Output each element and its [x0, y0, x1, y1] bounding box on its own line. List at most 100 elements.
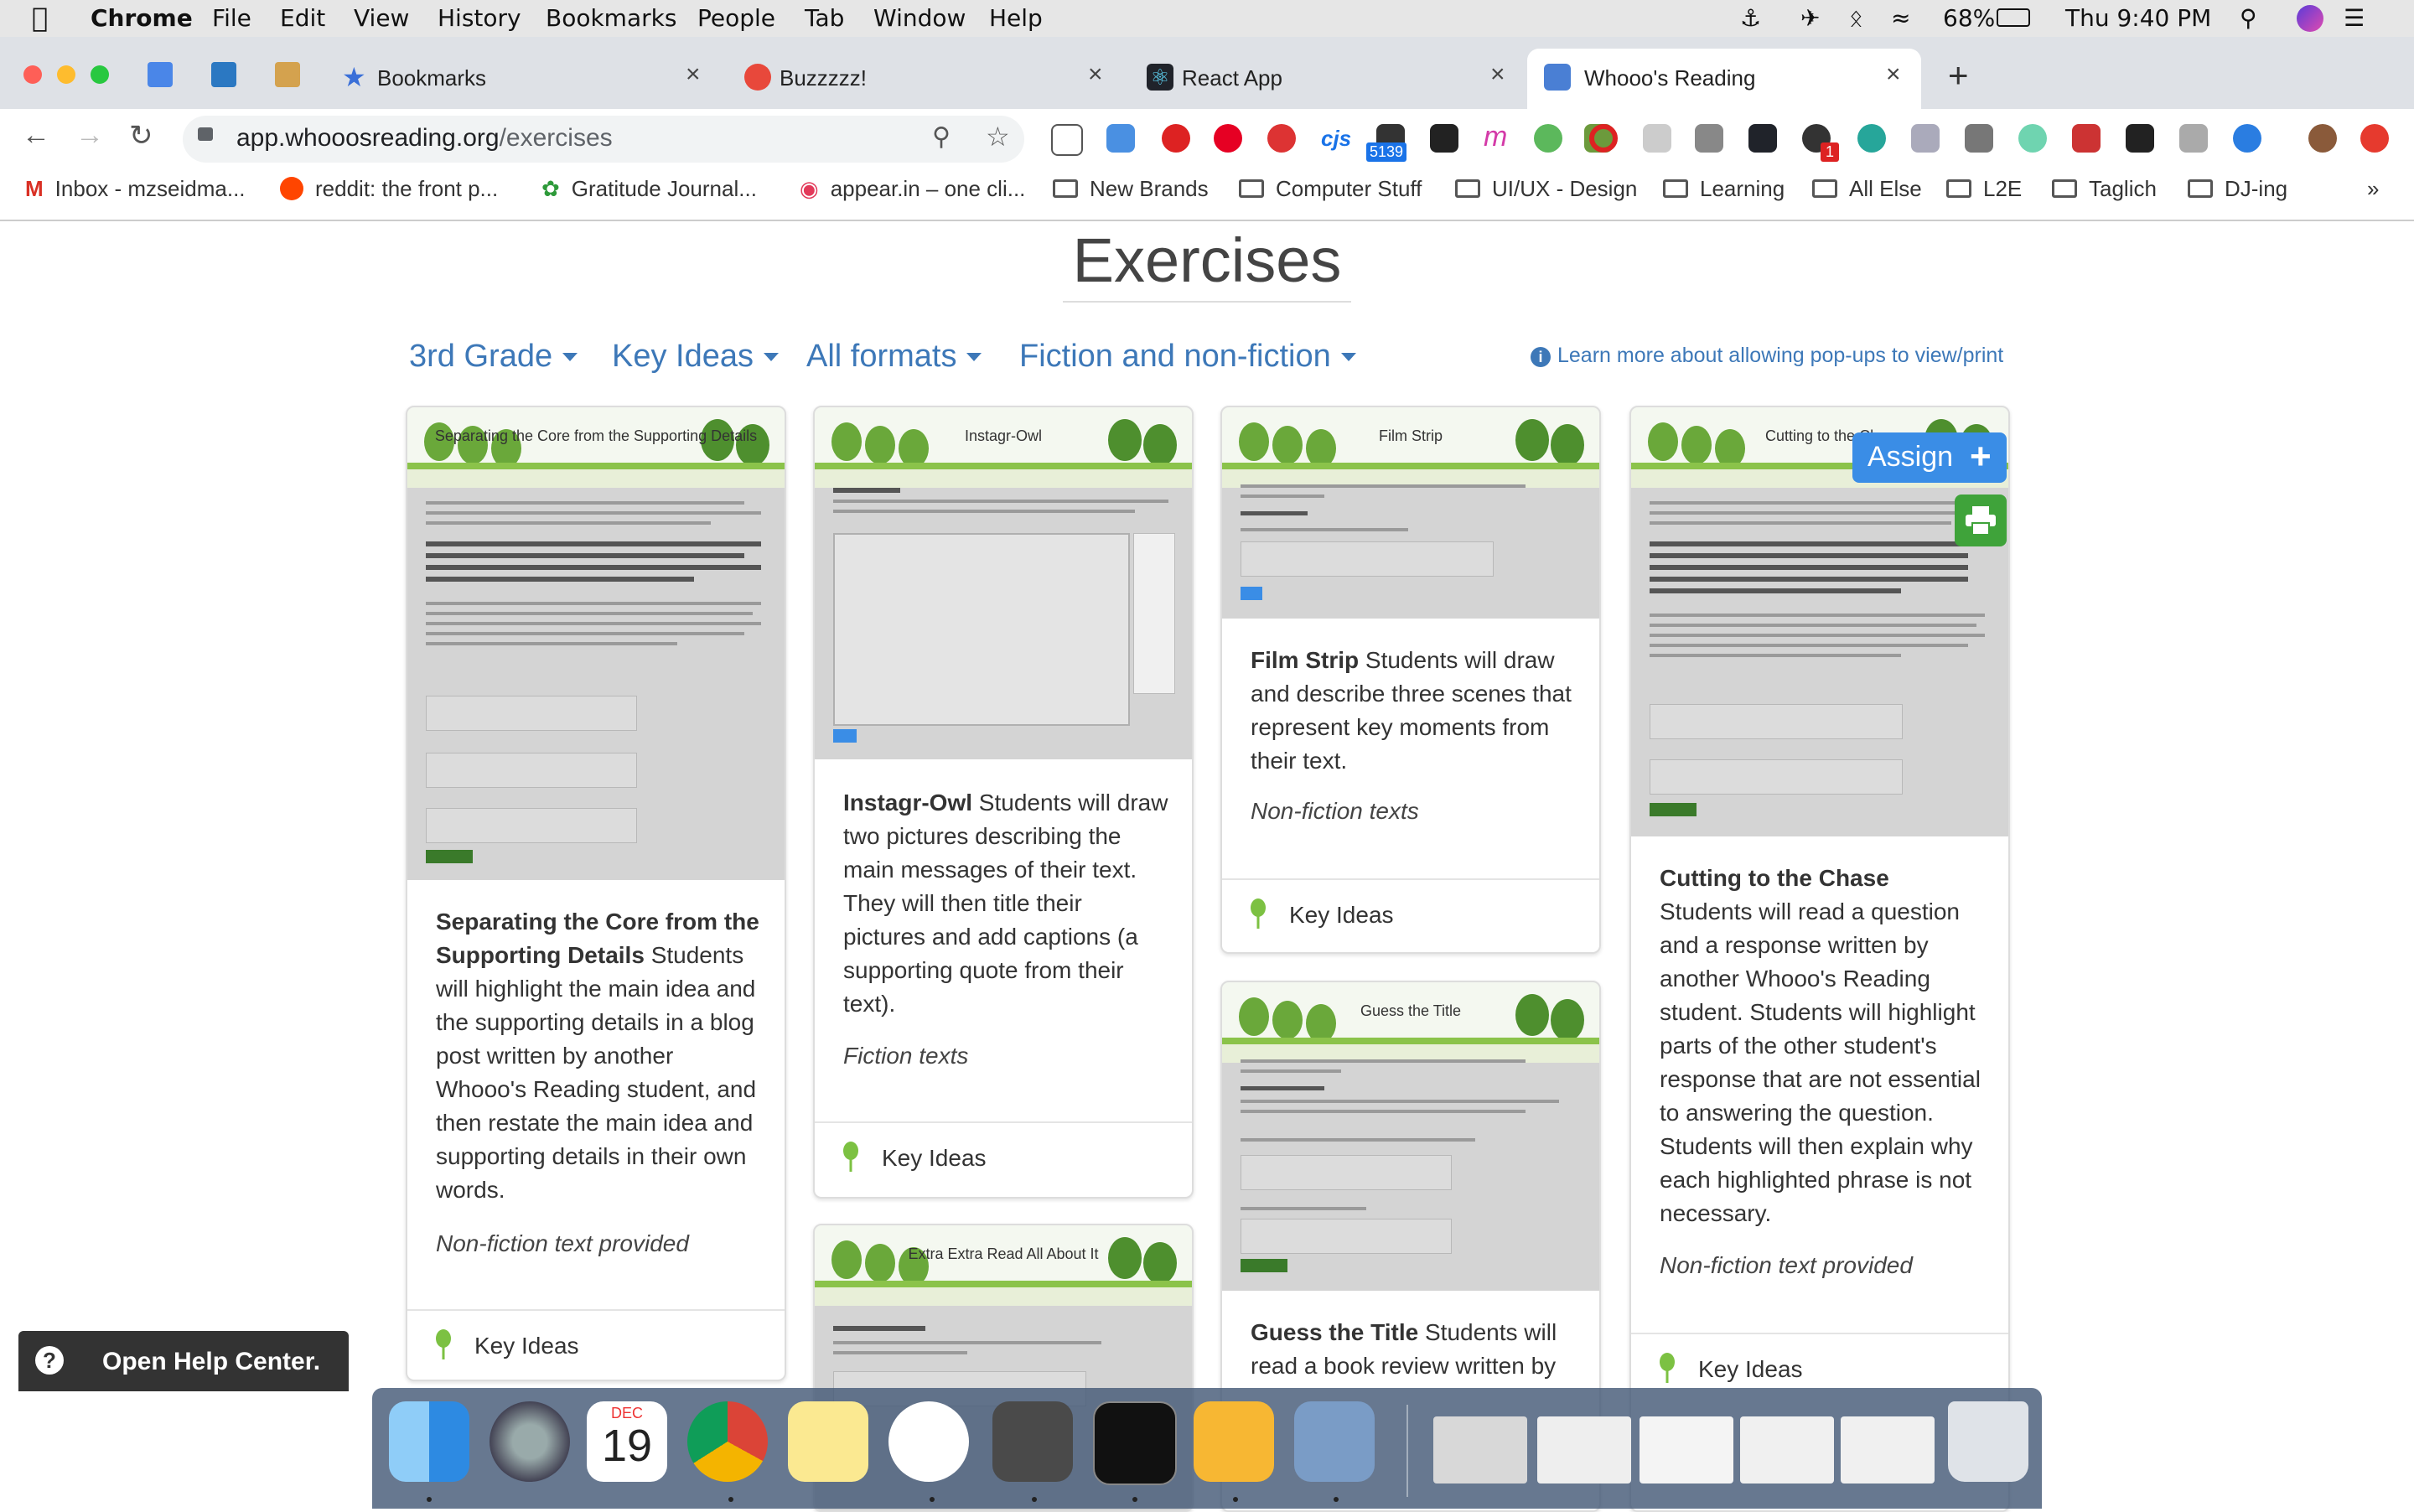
- react-devtools-icon[interactable]: [1748, 124, 1777, 153]
- minimized-window-thumbnail[interactable]: [1537, 1416, 1631, 1484]
- exercise-card-film-strip[interactable]: Film Strip Film Strip Students will draw…: [1220, 406, 1601, 954]
- blocked-icon[interactable]: [2072, 124, 2101, 153]
- bookmarks-overflow-icon[interactable]: »: [2367, 176, 2379, 202]
- download-icon[interactable]: [1911, 124, 1940, 153]
- spotlight-search-icon[interactable]: ⚲: [2240, 4, 2257, 32]
- bookmark-folder-computer-stuff[interactable]: Computer Stuff: [1239, 176, 1422, 202]
- clock[interactable]: Thu 9:40 PM: [2065, 4, 2211, 32]
- exercise-card-instagr-owl[interactable]: Instagr-Owl Instagr-Owl Students will dr…: [813, 406, 1194, 1199]
- skype-icon[interactable]: ✈: [1800, 4, 1820, 32]
- bookmark-gratitude[interactable]: ✿ Gratitude Journal...: [541, 176, 757, 202]
- sublime-text-icon[interactable]: [992, 1401, 1073, 1482]
- exercise-thumbnail[interactable]: Instagr-Owl: [815, 407, 1192, 759]
- circle-extension-icon[interactable]: [2018, 124, 2047, 153]
- finder-icon[interactable]: [389, 1401, 469, 1482]
- url-text[interactable]: app.whooosreading.org/exercises: [236, 124, 613, 153]
- format-filter-dropdown[interactable]: All formats: [806, 339, 982, 375]
- trash-icon[interactable]: [1948, 1401, 2028, 1482]
- skill-filter-dropdown[interactable]: Key Ideas: [612, 339, 779, 375]
- exercise-thumbnail[interactable]: Film Strip: [1222, 407, 1599, 619]
- exercise-card-cutting-to-the-chase[interactable]: Cutting to the Chase Cutting to the Chas…: [1629, 406, 2010, 1512]
- buffer-icon[interactable]: [1430, 124, 1458, 153]
- notification-center-icon[interactable]: ☰: [2344, 4, 2365, 32]
- message-icon[interactable]: [2179, 124, 2208, 153]
- pocket-icon[interactable]: [1051, 124, 1083, 156]
- help-center-button[interactable]: ? Open Help Center.: [18, 1331, 349, 1391]
- m-icon[interactable]: m: [1484, 121, 1507, 153]
- bookmark-star-icon[interactable]: ☆: [986, 121, 1010, 153]
- exercise-thumbnail[interactable]: Guess the Title: [1222, 982, 1599, 1291]
- simplenote-icon[interactable]: [888, 1401, 969, 1482]
- battery-icon[interactable]: [1997, 8, 2030, 27]
- record-icon[interactable]: [1589, 124, 1618, 153]
- pinterest-icon[interactable]: [1214, 124, 1242, 153]
- tab-react-app[interactable]: ⚛ React App ×: [1103, 49, 1526, 109]
- tab-bookmarks[interactable]: ★ Bookmarks ×: [298, 49, 721, 109]
- lock-extension-icon[interactable]: [2126, 124, 2154, 153]
- menu-window[interactable]: Window: [873, 4, 966, 32]
- tab-buzzzzz[interactable]: Buzzzzz! ×: [701, 49, 1123, 109]
- close-tab-icon[interactable]: ×: [686, 60, 701, 89]
- minimize-window-button[interactable]: [57, 65, 75, 84]
- grade-filter-dropdown[interactable]: 3rd Grade: [409, 339, 578, 375]
- bookmark-folder-all-else[interactable]: All Else: [1812, 176, 1922, 202]
- menu-tab[interactable]: Tab: [805, 4, 844, 32]
- pinned-tab-trello-icon[interactable]: [211, 62, 236, 87]
- close-tab-icon[interactable]: ×: [1886, 60, 1901, 89]
- close-tab-icon[interactable]: ×: [1088, 60, 1103, 89]
- bookmark-folder-new-brands[interactable]: New Brands: [1053, 176, 1209, 202]
- apple-icon[interactable]: : [32, 2, 48, 34]
- bookmark-reddit[interactable]: reddit: the front p...: [280, 176, 498, 202]
- profile-avatar[interactable]: [2308, 124, 2337, 153]
- menu-help[interactable]: Help: [989, 4, 1043, 32]
- tab-whooos-reading[interactable]: Whooo's Reading ×: [1527, 49, 1921, 109]
- launchpad-icon[interactable]: [490, 1401, 570, 1482]
- exercise-card-separating-core[interactable]: Separating the Core from the Supporting …: [406, 406, 786, 1381]
- print-button[interactable]: [1955, 495, 2007, 546]
- safari-icon[interactable]: [2233, 124, 2261, 153]
- peace-icon[interactable]: [1534, 124, 1562, 153]
- calendar-icon[interactable]: DEC 19: [587, 1401, 667, 1482]
- menu-view[interactable]: View: [354, 4, 409, 32]
- menu-history[interactable]: History: [438, 4, 521, 32]
- pinned-tab-calendar-icon[interactable]: [148, 62, 173, 87]
- close-window-button[interactable]: [23, 65, 42, 84]
- menu-app-name[interactable]: Chrome: [91, 4, 193, 32]
- cjs-icon[interactable]: cjs: [1321, 126, 1351, 152]
- forward-button[interactable]: →: [75, 119, 104, 152]
- hn-icon[interactable]: [1695, 124, 1723, 153]
- menu-people[interactable]: People: [697, 4, 775, 32]
- lines-icon[interactable]: [1965, 124, 1993, 153]
- menu-file[interactable]: File: [212, 4, 251, 32]
- minimized-window-thumbnail[interactable]: [1433, 1416, 1527, 1484]
- sketch-icon[interactable]: [1194, 1401, 1274, 1482]
- adblock-icon[interactable]: [1162, 124, 1190, 153]
- exercise-thumbnail[interactable]: Separating the Core from the Supporting …: [407, 407, 785, 880]
- grid-icon[interactable]: [1643, 124, 1671, 153]
- bookmark-folder-dj-ing[interactable]: DJ-ing: [2188, 176, 2287, 202]
- bookmark-folder-l2e[interactable]: L2E: [1946, 176, 2022, 202]
- minimized-window-thumbnail[interactable]: [1640, 1416, 1733, 1484]
- teal-extension-icon[interactable]: [1857, 124, 1886, 153]
- back-button[interactable]: ←: [22, 119, 50, 152]
- bookmark-folder-learning[interactable]: Learning: [1663, 176, 1785, 202]
- update-icon[interactable]: [2360, 124, 2389, 153]
- zoom-window-button[interactable]: [91, 65, 109, 84]
- minimized-window-thumbnail[interactable]: [1841, 1416, 1935, 1484]
- menu-edit[interactable]: Edit: [280, 4, 325, 32]
- docker-icon[interactable]: ⚓: [1740, 4, 1761, 32]
- close-tab-icon[interactable]: ×: [1490, 60, 1505, 89]
- lock-icon[interactable]: [198, 127, 213, 141]
- extension-icon[interactable]: [1106, 124, 1135, 153]
- bookmark-inbox[interactable]: M Inbox - mzseidma...: [25, 176, 246, 202]
- bookmark-appear[interactable]: ◉ appear.in – one cli...: [800, 176, 1025, 202]
- bookmark-folder-uiux[interactable]: UI/UX - Design: [1455, 176, 1637, 202]
- bookmark-folder-taglich[interactable]: Taglich: [2052, 176, 2157, 202]
- assign-button[interactable]: Assign +: [1852, 432, 2007, 483]
- minimized-window-thumbnail[interactable]: [1740, 1416, 1834, 1484]
- new-tab-button[interactable]: +: [1948, 55, 1969, 96]
- reload-button[interactable]: ↻: [129, 119, 153, 153]
- chrome-icon[interactable]: [687, 1401, 768, 1482]
- terminal-icon[interactable]: [1093, 1401, 1177, 1485]
- wifi-icon[interactable]: ≈: [1891, 4, 1910, 32]
